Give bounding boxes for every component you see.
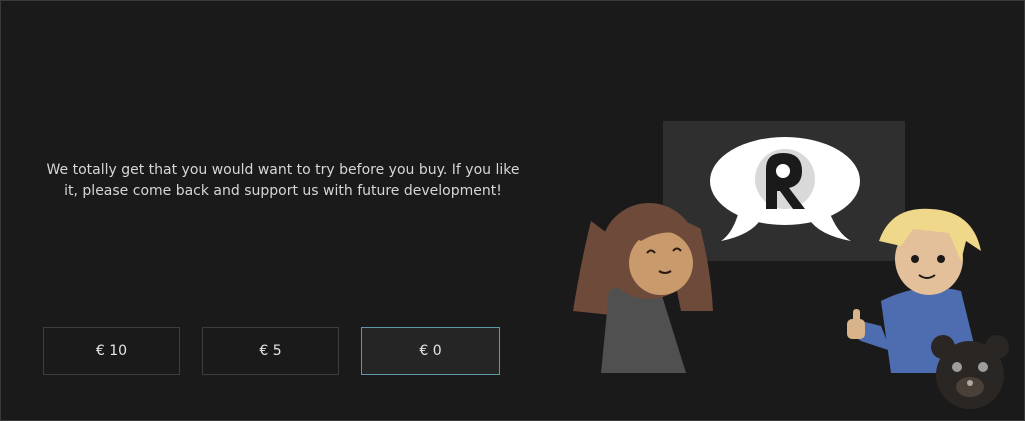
r-logo-icon bbox=[755, 149, 815, 209]
price-5-button[interactable]: € 5 bbox=[202, 327, 339, 375]
pay-what-you-want-panel: We totally get that you would want to tr… bbox=[0, 0, 1025, 421]
bear-watermark-icon bbox=[931, 335, 1009, 409]
try-before-buy-message: We totally get that you would want to tr… bbox=[46, 162, 520, 199]
thumbs-up-icon bbox=[847, 309, 865, 339]
price-10-button[interactable]: € 10 bbox=[43, 327, 180, 375]
price-0-button[interactable]: € 0 bbox=[361, 327, 500, 375]
girl-character bbox=[573, 203, 713, 373]
